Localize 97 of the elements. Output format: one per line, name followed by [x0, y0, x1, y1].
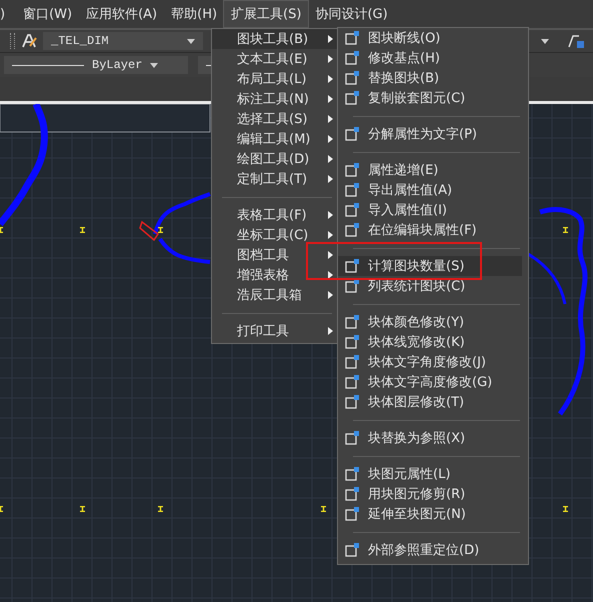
block-outline	[139, 220, 160, 242]
submenu-arrow-icon	[328, 211, 333, 219]
menu-bar-item[interactable]: 帮助(H)	[164, 1, 224, 27]
marker-symbol	[563, 506, 568, 512]
block-icon	[344, 50, 360, 66]
block-icon	[344, 202, 360, 218]
submenu-arrow-icon	[328, 251, 333, 259]
menu-item[interactable]: 属性递增(E)	[338, 160, 522, 180]
menu-bar-item[interactable]: 协同设计(G)	[308, 1, 395, 27]
menu-item[interactable]: 布局工具(L)	[212, 69, 337, 89]
menu-item[interactable]: 延伸至块图元(N)	[338, 504, 522, 524]
marker-symbol	[158, 227, 163, 233]
menu-item[interactable]: 选择工具(S)	[212, 109, 337, 129]
submenu-arrow-icon	[328, 175, 333, 183]
menu-bar-item[interactable]: )	[0, 2, 16, 26]
block-icon	[344, 466, 360, 482]
block-icon	[344, 182, 360, 198]
menu-item[interactable]: 块图元属性(L)	[338, 464, 522, 484]
block-icon	[344, 354, 360, 370]
block-icon	[344, 394, 360, 410]
menu-item[interactable]: 定制工具(T)	[212, 169, 337, 189]
submenu-arrow-icon	[328, 135, 333, 143]
menu-item[interactable]: 列表统计图块(C)	[338, 276, 522, 296]
submenu-arrow-icon	[328, 55, 333, 63]
marker-symbol	[80, 506, 85, 512]
menu-item[interactable]: 导入属性值(I)	[338, 200, 522, 220]
submenu-arrow-icon	[328, 35, 333, 43]
marker-symbol	[80, 227, 85, 233]
linetype-value: ByLayer	[92, 58, 142, 72]
menu-item[interactable]: 图块断线(O)	[338, 28, 522, 48]
menu-item[interactable]: 表格工具(F)	[212, 205, 337, 225]
menu-item[interactable]: 计算图块数量(S)	[338, 256, 522, 276]
caret-icon	[187, 38, 195, 44]
menu-item[interactable]: 复制嵌套图元(C)	[338, 88, 522, 108]
menu-item[interactable]: 块体文字高度修改(G)	[338, 372, 522, 392]
block-icon	[344, 258, 360, 274]
marker-symbol	[0, 506, 3, 512]
submenu-arrow-icon	[328, 155, 333, 163]
block-icon	[344, 506, 360, 522]
menu-item[interactable]: 修改基点(H)	[338, 48, 522, 68]
menu-item[interactable]: 编辑工具(M)	[212, 129, 337, 149]
block-icon	[344, 30, 360, 46]
submenu-arrow-icon	[328, 75, 333, 83]
menu-item[interactable]: 替换图块(B)	[338, 68, 522, 88]
block-icon	[344, 334, 360, 350]
menu-item[interactable]: 标注工具(N)	[212, 89, 337, 109]
menu-item[interactable]: 导出属性值(A)	[338, 180, 522, 200]
block-icon	[344, 374, 360, 390]
submenu-arrow-icon	[328, 95, 333, 103]
menu-item[interactable]: 增强表格	[212, 265, 337, 285]
marker-symbol	[0, 227, 3, 233]
linetype-dropdown[interactable]: ByLayer	[4, 56, 188, 74]
menu-item[interactable]: 图块工具(B)	[212, 29, 337, 49]
menu-item[interactable]: 分解属性为文字(P)	[338, 124, 522, 144]
marker-symbol	[158, 506, 163, 512]
menu-item[interactable]: 浩辰工具箱	[212, 285, 337, 305]
block-icon	[344, 278, 360, 294]
menu-item[interactable]: 块替换为参照(X)	[338, 428, 522, 448]
submenu-arrow-icon	[328, 271, 333, 279]
menu-item[interactable]: 绘图工具(D)	[212, 149, 337, 169]
text-style-icon[interactable]	[21, 33, 37, 49]
submenu-arrow-icon	[328, 327, 333, 335]
menu-bar-item[interactable]: 窗口(W)	[16, 1, 80, 27]
menu-item[interactable]: 用块图元修剪(R)	[338, 484, 522, 504]
menu-bar-item[interactable]: 应用软件(A)	[79, 1, 164, 27]
menu-item[interactable]: 文本工具(E)	[212, 49, 337, 69]
block-icon	[344, 70, 360, 86]
block-icon	[344, 90, 360, 106]
marker-symbol	[321, 506, 326, 512]
marker-symbol	[563, 227, 568, 233]
block-icon	[344, 430, 360, 446]
block-icon	[344, 222, 360, 238]
block-icon	[344, 486, 360, 502]
menu-item[interactable]: 在位编辑块属性(F)	[338, 220, 522, 240]
menu-item[interactable]: 打印工具	[212, 321, 337, 341]
block-icon	[344, 542, 360, 558]
menu-item[interactable]: 块体文字角度修改(J)	[338, 352, 522, 372]
submenu-arrow-icon	[328, 291, 333, 299]
block-icon	[344, 162, 360, 178]
grip-handle[interactable]	[10, 33, 15, 49]
polyline-curve	[153, 192, 212, 264]
menu-item[interactable]: 块体图层修改(T)	[338, 392, 522, 412]
menu-item[interactable]: 外部参照重定位(D)	[338, 540, 522, 560]
menu-item[interactable]: 块体线宽修改(K)	[338, 332, 522, 352]
menu-item[interactable]: 图档工具	[212, 245, 337, 265]
block-icon	[344, 314, 360, 330]
block-icon	[344, 126, 360, 142]
submenu-arrow-icon	[328, 231, 333, 239]
caret-icon	[150, 62, 158, 68]
menu-item[interactable]: 块体颜色修改(Y)	[338, 312, 522, 332]
text-style-dropdown[interactable]: _TEL_DIM	[43, 32, 203, 50]
linetype-preview	[12, 64, 84, 66]
menu-bar-item[interactable]: 扩展工具(S)	[224, 1, 308, 27]
menu-item[interactable]: 坐标工具(C)	[212, 225, 337, 245]
submenu-arrow-icon	[328, 115, 333, 123]
text-style-value: _TEL_DIM	[51, 34, 109, 48]
caret-icon[interactable]	[541, 38, 549, 44]
